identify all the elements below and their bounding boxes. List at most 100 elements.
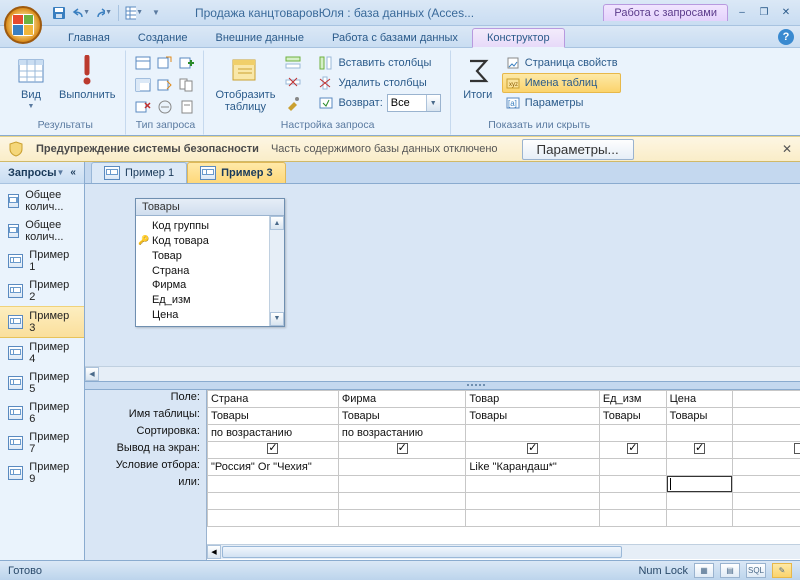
- nav-item[interactable]: Пример 5: [0, 368, 84, 398]
- splitter-handle[interactable]: [85, 382, 800, 390]
- grid-cell[interactable]: Like "Карандаш*": [466, 459, 600, 476]
- datasheet-view-button[interactable]: ▦: [694, 563, 714, 578]
- grid-cell[interactable]: по возрастанию: [338, 425, 465, 442]
- show-checkbox[interactable]: [267, 443, 278, 454]
- grid-cell[interactable]: "Россия" Or "Чехия": [207, 459, 338, 476]
- nav-header[interactable]: Запросы▼«: [0, 162, 84, 184]
- insert-columns-button[interactable]: Вставить столбцы: [315, 53, 443, 73]
- crosstab-query-icon[interactable]: [133, 75, 153, 95]
- scrollbar-horizontal[interactable]: ◀▶: [85, 366, 800, 381]
- grid-cell[interactable]: [207, 442, 338, 459]
- doc-tab-0[interactable]: Пример 1: [91, 162, 187, 183]
- passthrough-query-icon[interactable]: [155, 97, 175, 117]
- nav-item[interactable]: Пример 4: [0, 338, 84, 368]
- nav-item[interactable]: Общее колич...: [0, 216, 84, 246]
- delete-rows-icon[interactable]: [283, 73, 303, 93]
- grid-cell[interactable]: [466, 476, 600, 493]
- nav-item[interactable]: Пример 9: [0, 458, 84, 488]
- field-item[interactable]: Код группы: [152, 219, 267, 234]
- grid-cell[interactable]: Фирма: [338, 391, 465, 408]
- grid-cell[interactable]: [733, 442, 800, 459]
- help-icon[interactable]: ?: [778, 29, 794, 45]
- delete-columns-button[interactable]: Удалить столбцы: [315, 73, 443, 93]
- table-field-list[interactable]: Товары Код группыКод товараТоварСтранаФи…: [135, 198, 285, 327]
- scrollbar-vertical[interactable]: ▲▼: [269, 216, 284, 326]
- grid-cell[interactable]: [338, 493, 465, 510]
- return-value-combo[interactable]: ▼: [387, 94, 441, 112]
- pivot-view-button[interactable]: ▤: [720, 563, 740, 578]
- grid-cell[interactable]: [207, 476, 338, 493]
- grid-cell[interactable]: [599, 510, 666, 527]
- grid-cell[interactable]: Товары: [466, 408, 600, 425]
- grid-cell[interactable]: [466, 442, 600, 459]
- show-table-button[interactable]: Отобразить таблицу: [211, 53, 279, 115]
- security-options-button[interactable]: Параметры...: [522, 139, 634, 160]
- table-names-button[interactable]: xyzИмена таблиц: [502, 73, 621, 93]
- parameters-button[interactable]: [a]Параметры: [502, 93, 621, 113]
- grid-cell[interactable]: [338, 510, 465, 527]
- grid-cell[interactable]: Цена: [666, 391, 733, 408]
- property-sheet-button[interactable]: Страница свойств: [502, 53, 621, 73]
- insert-rows-icon[interactable]: [283, 53, 303, 73]
- query-design-grid[interactable]: СтранаФирмаТоварЕд_измЦенаТоварыТоварыТо…: [207, 390, 800, 560]
- nav-item[interactable]: Общее колич...: [0, 186, 84, 216]
- restore-button[interactable]: ❐: [754, 6, 774, 20]
- grid-cell[interactable]: Товары: [599, 408, 666, 425]
- grid-cell[interactable]: [666, 510, 733, 527]
- field-item[interactable]: Фирма: [152, 278, 267, 293]
- grid-cell[interactable]: [733, 459, 800, 476]
- grid-cell[interactable]: [599, 476, 666, 493]
- delete-query-icon[interactable]: [133, 97, 153, 117]
- grid-cell[interactable]: [599, 425, 666, 442]
- design-surface[interactable]: Товары Код группыКод товараТоварСтранаФи…: [85, 184, 800, 382]
- nav-item[interactable]: Пример 3: [0, 306, 84, 338]
- return-combo[interactable]: Возврат: ▼: [315, 93, 443, 113]
- tab-home[interactable]: Главная: [54, 29, 124, 47]
- redo-icon[interactable]: ▼: [94, 4, 112, 22]
- grid-cell[interactable]: [599, 442, 666, 459]
- append-query-icon[interactable]: [177, 53, 197, 73]
- grid-cell[interactable]: [338, 459, 465, 476]
- select-query-icon[interactable]: [133, 53, 153, 73]
- grid-cell[interactable]: [599, 493, 666, 510]
- field-item[interactable]: Цена: [152, 308, 267, 323]
- show-checkbox[interactable]: [397, 443, 408, 454]
- grid-cell[interactable]: [599, 459, 666, 476]
- grid-cell[interactable]: Товар: [466, 391, 600, 408]
- doc-tab-1[interactable]: Пример 3: [187, 162, 286, 183]
- minimize-button[interactable]: –: [732, 6, 752, 20]
- grid-cell[interactable]: [466, 425, 600, 442]
- security-close-icon[interactable]: ✕: [782, 142, 792, 156]
- grid-cell[interactable]: [733, 493, 800, 510]
- nav-item[interactable]: Пример 1: [0, 246, 84, 276]
- design-view-button[interactable]: ✎: [772, 563, 792, 578]
- show-checkbox[interactable]: [627, 443, 638, 454]
- grid-cell[interactable]: [466, 510, 600, 527]
- tab-create[interactable]: Создание: [124, 29, 202, 47]
- show-checkbox[interactable]: [527, 443, 538, 454]
- grid-cell[interactable]: [466, 493, 600, 510]
- grid-cell[interactable]: [666, 493, 733, 510]
- grid-cell[interactable]: [207, 510, 338, 527]
- close-button[interactable]: ✕: [776, 6, 796, 20]
- grid-cell[interactable]: [666, 425, 733, 442]
- datasheet-icon[interactable]: ▼: [125, 4, 143, 22]
- tab-dbtools[interactable]: Работа с базами данных: [318, 29, 472, 47]
- totals-button[interactable]: Итоги: [458, 53, 498, 103]
- grid-cell[interactable]: [733, 391, 800, 408]
- update-query-icon[interactable]: [155, 75, 175, 95]
- field-item[interactable]: Страна: [152, 264, 267, 279]
- run-button[interactable]: Выполнить: [55, 53, 119, 103]
- union-query-icon[interactable]: [177, 75, 197, 95]
- datadefinition-query-icon[interactable]: [177, 97, 197, 117]
- grid-cell[interactable]: [338, 442, 465, 459]
- nav-item[interactable]: Пример 6: [0, 398, 84, 428]
- grid-cell[interactable]: по возрастанию: [207, 425, 338, 442]
- grid-cell[interactable]: [207, 493, 338, 510]
- table-field-list-title[interactable]: Товары: [136, 199, 284, 216]
- builder-icon[interactable]: [283, 93, 303, 113]
- grid-cell[interactable]: [733, 510, 800, 527]
- field-item[interactable]: Товар: [152, 249, 267, 264]
- grid-cell[interactable]: Страна: [207, 391, 338, 408]
- grid-cell[interactable]: [666, 476, 733, 493]
